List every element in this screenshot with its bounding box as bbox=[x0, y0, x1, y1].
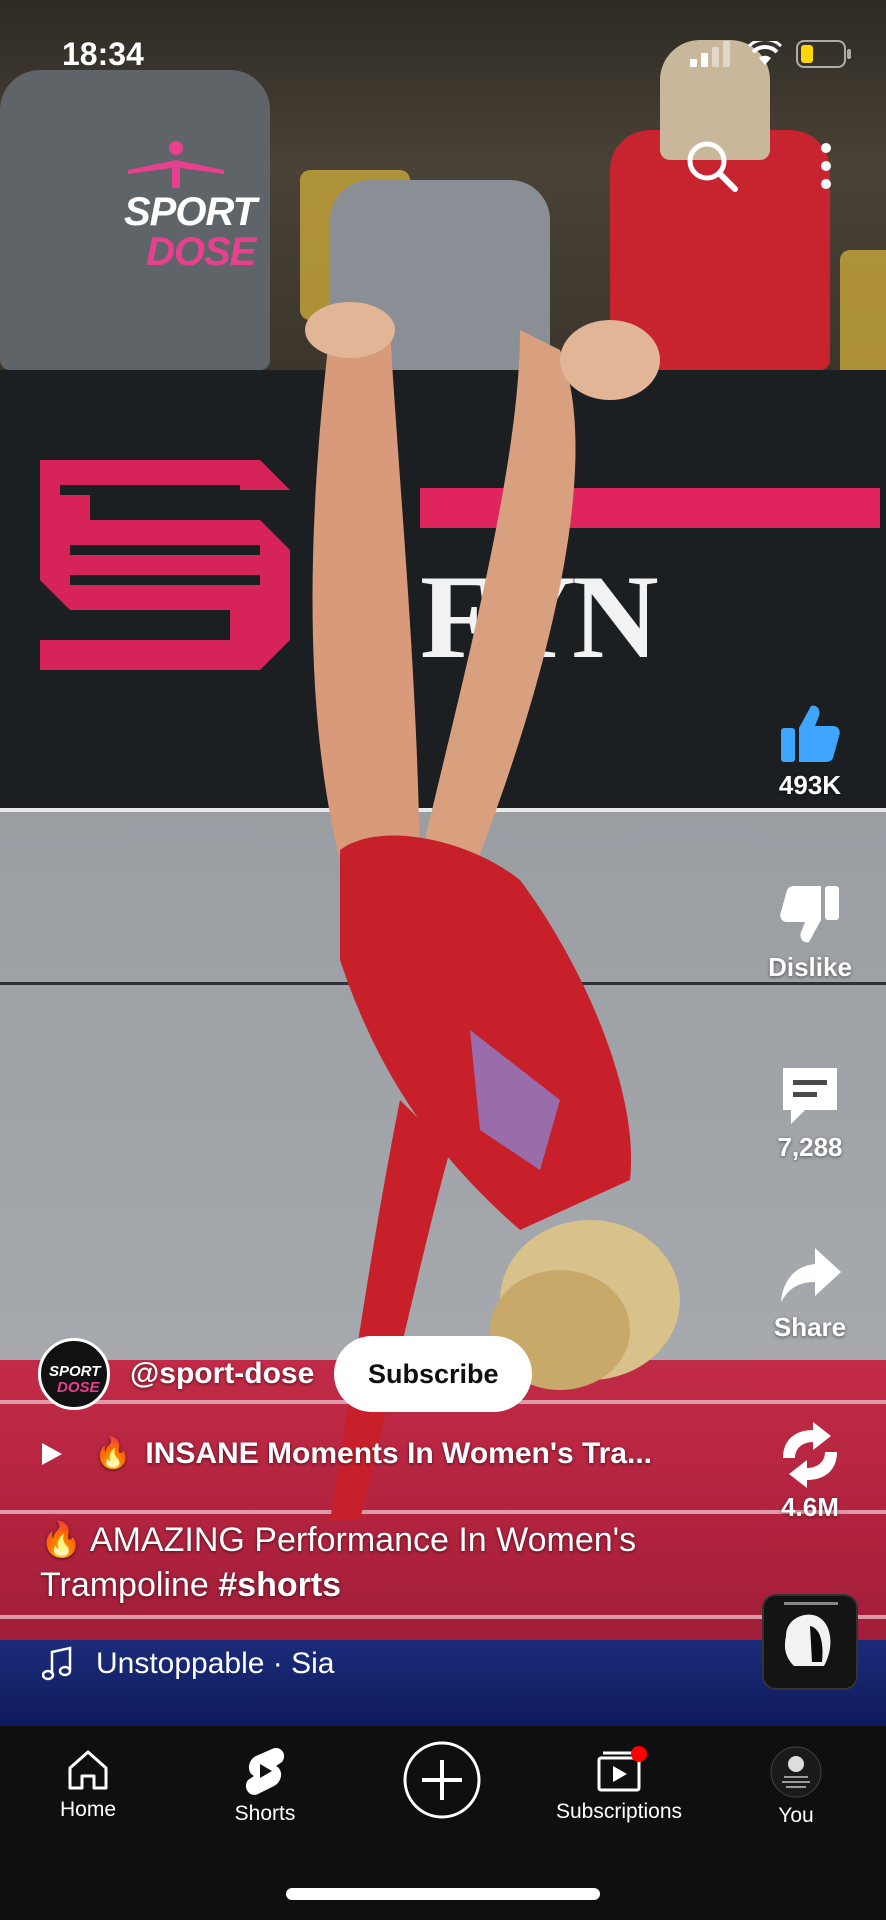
nav-you-label: You bbox=[778, 1804, 814, 1827]
status-bar: 18:34 bbox=[0, 0, 886, 100]
remix-count: 4.6M bbox=[781, 1492, 839, 1522]
share-arrow-icon bbox=[781, 1248, 841, 1302]
subscribe-button[interactable]: Subscribe bbox=[334, 1336, 533, 1412]
dislike-button[interactable]: Dislike bbox=[740, 882, 880, 983]
more-options-button[interactable] bbox=[806, 140, 846, 192]
nav-subscriptions[interactable]: Subscriptions bbox=[539, 1746, 699, 1824]
music-label: Unstoppable · Sia bbox=[96, 1647, 335, 1680]
sound-cover-art bbox=[764, 1596, 856, 1688]
home-indicator[interactable] bbox=[286, 1888, 600, 1900]
nav-you[interactable]: You bbox=[716, 1746, 876, 1828]
comments-button[interactable]: 7,288 bbox=[740, 1062, 880, 1163]
share-button[interactable]: Share bbox=[740, 1242, 880, 1343]
nav-create[interactable] bbox=[362, 1740, 522, 1820]
status-icons bbox=[690, 40, 852, 68]
subscriptions-icon bbox=[597, 1746, 647, 1792]
like-button[interactable]: 493K bbox=[740, 700, 880, 801]
remix-button[interactable]: 4.6M bbox=[740, 1422, 880, 1523]
channel-row: SPORT DOSE @sport-dose Subscribe bbox=[38, 1336, 533, 1412]
like-count: 493K bbox=[778, 770, 842, 800]
thumbs-up-icon bbox=[781, 705, 840, 762]
home-icon bbox=[68, 1750, 108, 1790]
share-label: Share bbox=[773, 1312, 847, 1342]
cellular-signal-icon bbox=[690, 41, 730, 67]
nav-home[interactable]: Home bbox=[8, 1746, 168, 1822]
channel-avatar[interactable]: SPORT DOSE bbox=[38, 1338, 110, 1410]
fire-emoji: 🔥 bbox=[94, 1437, 132, 1470]
battery-icon bbox=[796, 40, 851, 68]
comment-icon bbox=[783, 1068, 837, 1124]
gymnast-logo-icon bbox=[128, 141, 224, 188]
music-note-icon bbox=[42, 1646, 72, 1681]
caption-hashtag[interactable]: #shorts bbox=[218, 1566, 341, 1604]
video-caption[interactable]: 🔥 AMAZING Performance In Women's Trampol… bbox=[40, 1518, 740, 1608]
profile-avatar bbox=[770, 1746, 822, 1798]
comment-count: 7,288 bbox=[777, 1132, 843, 1162]
related-video-title: INSANE Moments In Women's Tra... bbox=[145, 1436, 653, 1470]
thumbs-down-icon bbox=[780, 886, 839, 943]
music-row[interactable]: Unstoppable · Sia bbox=[42, 1646, 334, 1682]
notification-dot bbox=[631, 1746, 647, 1762]
caption-emoji: 🔥 bbox=[40, 1521, 83, 1559]
play-icon bbox=[42, 1442, 62, 1465]
sound-thumbnail[interactable] bbox=[762, 1594, 858, 1690]
status-time: 18:34 bbox=[62, 36, 144, 72]
related-video-link[interactable]: 🔥 INSANE Moments In Women's Tra... bbox=[40, 1436, 652, 1471]
channel-watermark: SPORT DOSE bbox=[118, 140, 257, 280]
channel-handle[interactable]: @sport-dose bbox=[130, 1357, 314, 1391]
create-icon bbox=[403, 1741, 481, 1819]
search-icon bbox=[687, 141, 738, 192]
nav-home-label: Home bbox=[59, 1798, 117, 1821]
wifi-icon bbox=[748, 41, 782, 65]
nav-subscriptions-label: Subscriptions bbox=[555, 1800, 683, 1823]
more-vertical-icon bbox=[821, 143, 831, 189]
nav-shorts-label: Shorts bbox=[234, 1802, 296, 1825]
remix-icon bbox=[783, 1422, 837, 1488]
search-button[interactable] bbox=[684, 138, 740, 194]
shorts-player-screen: FYN 18:34 bbox=[0, 0, 886, 1920]
shorts-icon bbox=[245, 1748, 285, 1795]
nav-shorts[interactable]: Shorts bbox=[185, 1746, 345, 1826]
dislike-label: Dislike bbox=[768, 952, 852, 982]
